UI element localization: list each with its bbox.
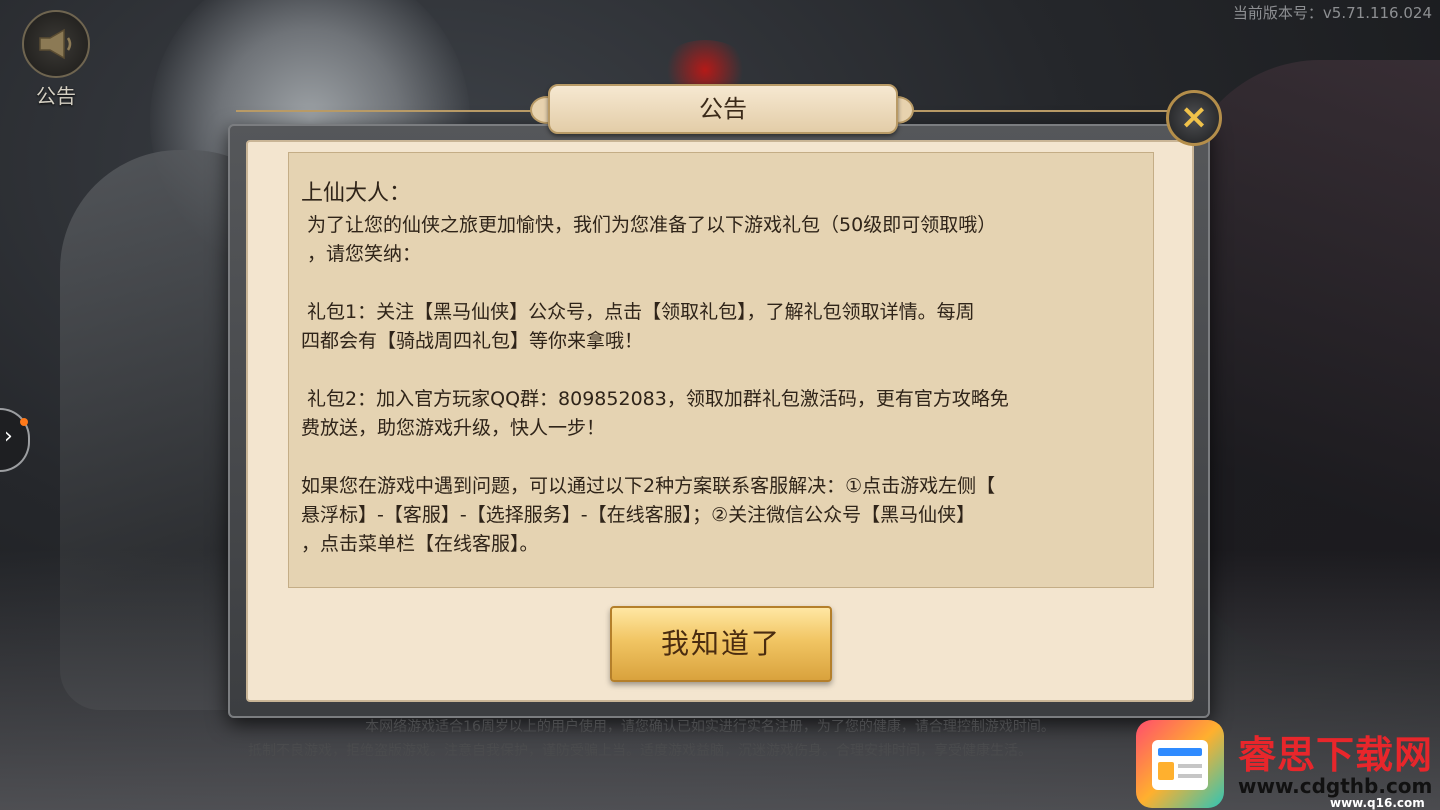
title-flourish-right [884,110,1184,112]
announcement-content: 上仙大人： 为了让您的仙侠之旅更加愉快，我们为您准备了以下游戏礼包（50级即可领… [288,152,1154,588]
close-icon: × [1179,97,1209,137]
version-label: 当前版本号：v5.71.116.024 [1232,4,1432,22]
notice-button[interactable]: 公告 [18,10,94,108]
megaphone-icon [22,10,90,78]
notice-label: 公告 [36,84,76,108]
paragraph-gift-1: 礼包1：关注【黑马仙侠】公众号，点击【领取礼包】，了解礼包领取详情。每周 四都会… [301,301,975,352]
watermark: 睿思下载网 www.cdgthb.com www.q16.com [1134,718,1440,810]
paragraph-support: 如果您在游戏中遇到问题，可以通过以下2种方案联系客服解决：①点击游戏左侧【 悬浮… [301,475,996,555]
notification-dot [20,418,28,426]
watermark-url: www.cdgthb.com [1238,774,1433,798]
paragraph-gift-2: 礼包2：加入官方玩家QQ群：809852083，领取加群礼包激活码，更有官方攻略… [301,388,1009,439]
chevron-right-icon: › [4,424,13,449]
watermark-logo-icon [1136,720,1224,808]
watermark-url-secondary: www.q16.com [1330,796,1425,810]
dialog-title: 公告 [548,84,898,134]
greeting-text: 上仙大人： [301,181,412,206]
paragraph-intro: 为了让您的仙侠之旅更加愉快，我们为您准备了以下游戏礼包（50级即可领取哦） ，请… [307,214,997,265]
title-flourish-left [236,110,556,112]
watermark-name: 睿思下载网 [1238,733,1434,777]
close-button[interactable]: × [1166,90,1222,146]
confirm-button[interactable]: 我知道了 [610,606,832,682]
